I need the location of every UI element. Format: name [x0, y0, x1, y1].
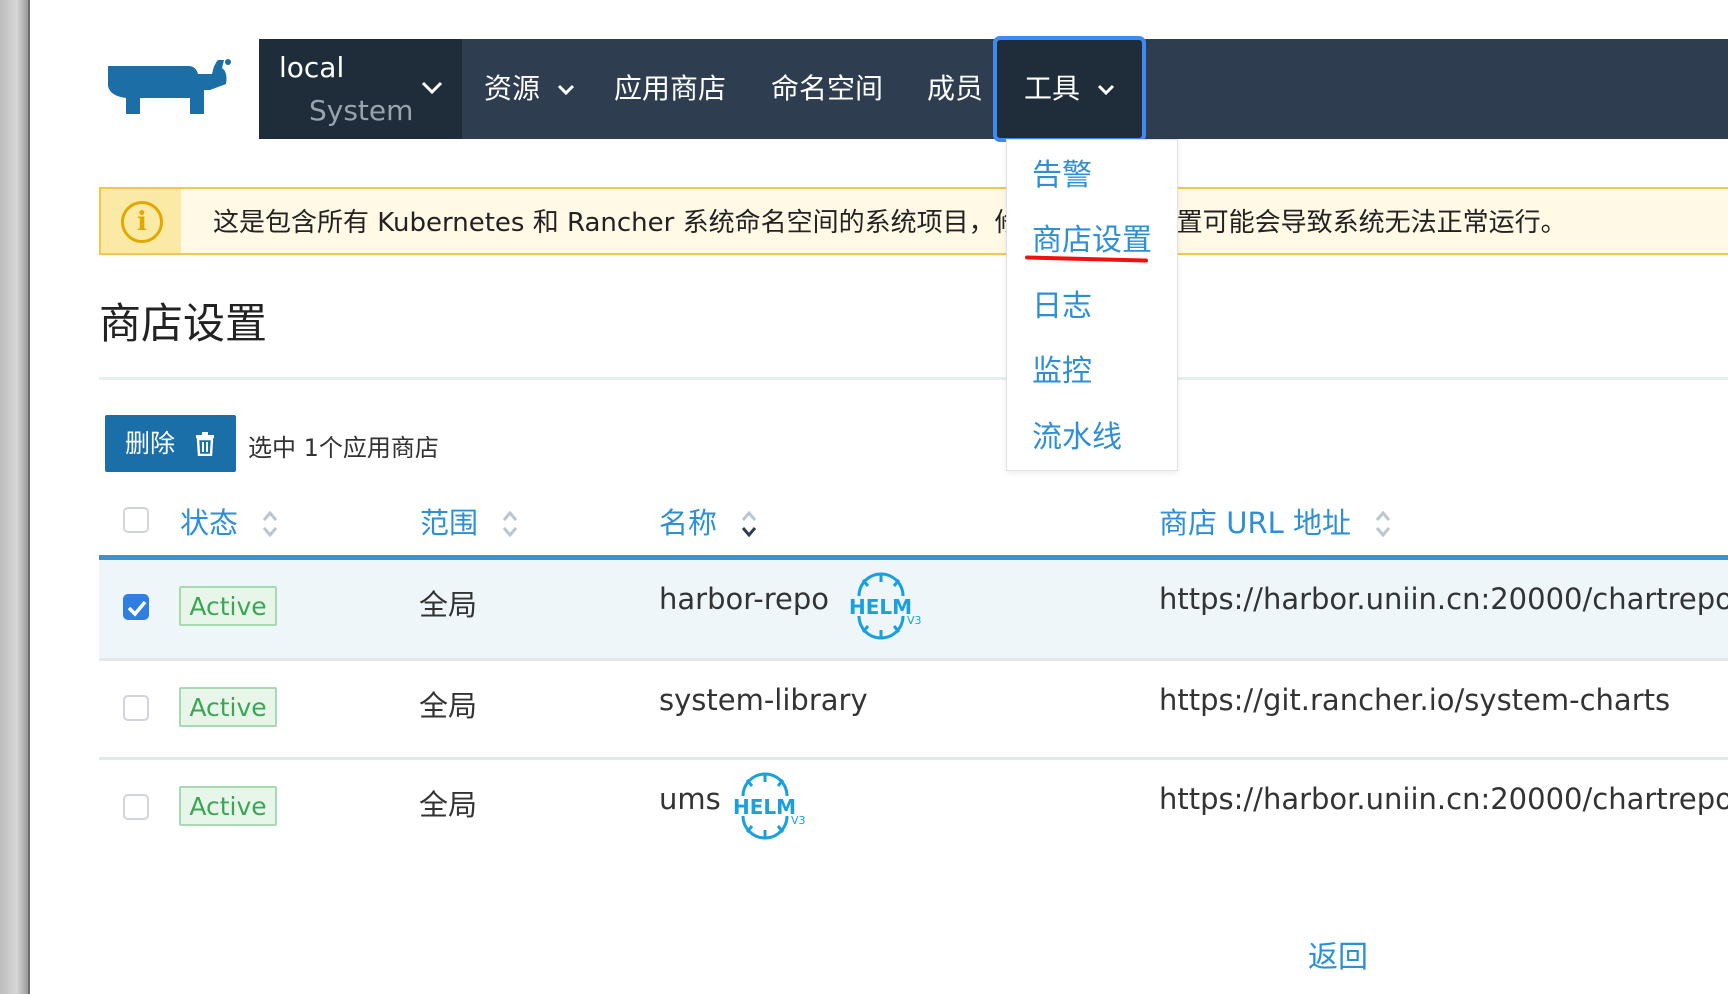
trash-icon	[195, 432, 214, 456]
column-header-scope[interactable]: 范围	[420, 500, 519, 542]
table-row[interactable]: Active 全局 harbor-repo HELM V3 https://ha…	[99, 560, 1728, 658]
rancher-logo[interactable]	[100, 56, 240, 122]
title-divider	[99, 377, 1728, 380]
column-header-state[interactable]: 状态	[180, 500, 279, 542]
catalog-name[interactable]: ums	[659, 782, 721, 816]
row-checkbox[interactable]	[123, 794, 149, 820]
cluster-project-selector[interactable]: local System	[259, 39, 462, 139]
select-all-checkbox[interactable]	[123, 507, 149, 533]
selection-count: 选中 1个应用商店	[248, 434, 439, 462]
sort-arrows-icon	[503, 510, 518, 538]
chevron-down-icon	[557, 84, 574, 96]
sort-arrows-icon	[742, 510, 757, 538]
nav-resources[interactable]: 资源	[484, 39, 575, 139]
info-circle-icon: i	[121, 201, 163, 243]
menu-item-catalog-settings[interactable]: 商店设置	[1032, 215, 1152, 259]
nav-members[interactable]: 成员	[927, 39, 983, 139]
nav-catalog[interactable]: 应用商店	[614, 39, 726, 139]
delete-button-label: 删除	[125, 429, 176, 458]
menu-item-alerts[interactable]: 告警	[1032, 150, 1092, 194]
column-header-url[interactable]: 商店 URL 地址	[1159, 500, 1392, 542]
column-header-state-label: 状态	[180, 506, 239, 540]
catalog-url: https://harbor.uniin.cn:20000/chartrepo	[1159, 582, 1728, 616]
helm-version: V3	[791, 814, 806, 827]
sort-arrows-icon	[1376, 510, 1391, 538]
page-title: 商店设置	[99, 299, 268, 348]
catalog-url: https://git.rancher.io/system-charts	[1159, 683, 1671, 717]
menu-item-pipeline[interactable]: 流水线	[1032, 412, 1122, 456]
helm-wheel-icon: HELM V3	[733, 772, 806, 840]
column-header-scope-label: 范围	[420, 506, 479, 540]
system-project-warning: i 这是包含所有 Kubernetes 和 Rancher 系统命名空间的系统项…	[99, 187, 1728, 255]
catalog-name[interactable]: harbor-repo	[659, 582, 829, 616]
tools-dropdown-menu: 告警 商店设置 日志 监控 流水线	[1006, 139, 1178, 471]
sort-arrows-icon	[263, 510, 278, 538]
scope-cell: 全局	[419, 588, 478, 622]
status-badge: Active	[179, 786, 277, 826]
helm-version: V3	[907, 614, 922, 627]
project-name: System	[309, 94, 414, 127]
helm-label: HELM	[733, 795, 796, 819]
helm-label: HELM	[849, 595, 912, 619]
table-row[interactable]: Active 全局 ums HELM V3 https://harbor.uni…	[99, 760, 1728, 858]
chevron-down-icon	[421, 76, 443, 101]
catalog-name[interactable]: system-library	[659, 683, 868, 717]
column-header-name[interactable]: 名称	[659, 500, 758, 542]
row-checkbox[interactable]	[123, 594, 149, 620]
warning-message: 这是包含所有 Kubernetes 和 Rancher 系统命名空间的系统项目，…	[213, 208, 1567, 238]
table-row[interactable]: Active 全局 system-library https://git.ran…	[99, 661, 1728, 759]
menu-item-logging[interactable]: 日志	[1032, 281, 1092, 325]
status-badge: Active	[179, 586, 277, 626]
nav-tools-label: 工具	[1024, 72, 1081, 105]
status-badge: Active	[179, 687, 277, 727]
window-edge	[0, 0, 30, 994]
catalog-url: https://harbor.uniin.cn:20000/chartrepo	[1159, 782, 1728, 816]
back-link[interactable]: 返回	[1308, 932, 1368, 976]
scope-cell: 全局	[419, 689, 478, 723]
column-header-url-label: 商店 URL 地址	[1159, 506, 1351, 540]
menu-item-monitoring[interactable]: 监控	[1032, 346, 1092, 390]
nav-tools[interactable]: 工具	[993, 36, 1146, 142]
helm-wheel-icon: HELM V3	[849, 572, 922, 640]
chevron-down-icon	[1097, 84, 1114, 96]
scope-cell: 全局	[419, 788, 478, 822]
nav-resources-label: 资源	[484, 72, 541, 105]
delete-button[interactable]: 删除	[105, 415, 236, 472]
nav-namespaces[interactable]: 命名空间	[771, 39, 883, 139]
row-checkbox[interactable]	[123, 695, 149, 721]
top-navigation: 资源 应用商店 命名空间 成员 工具	[462, 36, 1728, 142]
column-header-name-label: 名称	[659, 506, 718, 540]
warning-icon-box: i	[101, 189, 181, 253]
cluster-name: local	[279, 51, 345, 84]
